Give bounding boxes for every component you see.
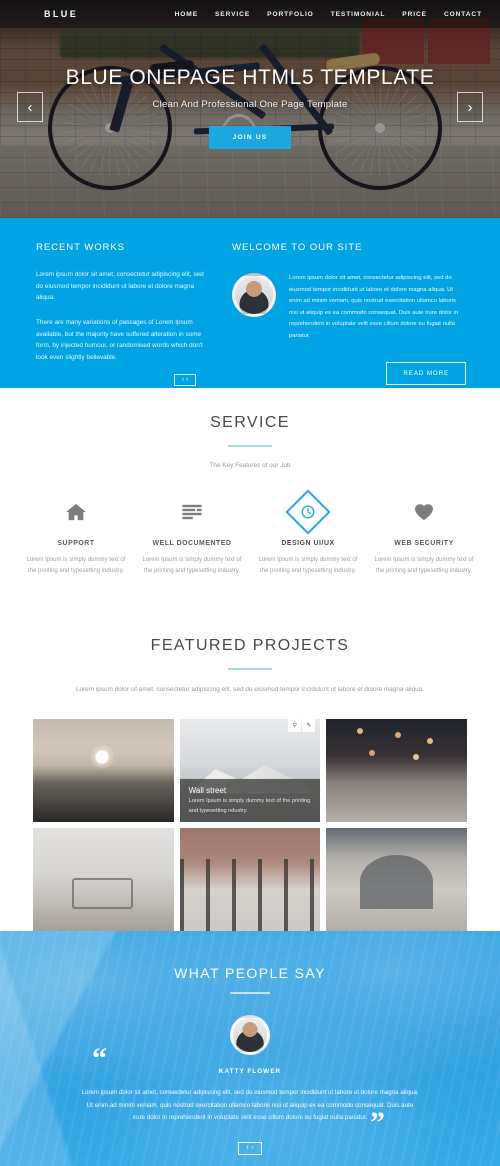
testimonial-quote: Lorem ipsum dolor sit amet, consectetur …	[81, 1089, 419, 1121]
recent-works-next-icon[interactable]: ›	[186, 377, 188, 383]
avatar	[232, 273, 276, 317]
recent-works-paragraph-1: Lorem ipsum dolor sit amet, consectetur …	[36, 271, 204, 302]
nav-item-contact[interactable]: CONTACT	[444, 11, 482, 18]
testimonial-title: WHAT PEOPLE SAY	[174, 965, 326, 982]
service-item-support[interactable]: SUPPORT Lorem Ipsum is simply dummy text…	[18, 495, 134, 577]
nav-item-home[interactable]: HOME	[175, 11, 198, 18]
slider-next-arrow-icon[interactable]: ›	[457, 92, 483, 122]
portfolio-grid: ⚲ ✎ Wall street Lorem Ipsum is simply du…	[0, 719, 500, 932]
service-items: SUPPORT Lorem Ipsum is simply dummy text…	[0, 489, 500, 577]
portfolio-subtitle: Lorem ipsum dolor sit amet, consectetur …	[75, 686, 425, 694]
service-item-well-documented[interactable]: WELL DOCUMENTED Lorem Ipsum is simply du…	[134, 495, 250, 577]
heart-icon	[372, 495, 476, 529]
clock-icon	[301, 505, 315, 519]
portfolio-tile[interactable]	[326, 828, 467, 932]
portfolio-tile-actions: ⚲ ✎	[288, 719, 316, 733]
hero-title: BLUE ONEPAGE HTML5 TEMPLATE	[65, 66, 435, 89]
nav-item-service[interactable]: SERVICE	[215, 11, 250, 18]
portfolio-image	[33, 719, 174, 823]
service-name: WEB SECURITY	[394, 540, 454, 547]
portfolio-tile[interactable]	[33, 719, 174, 823]
section-divider	[228, 445, 272, 447]
portfolio-image	[33, 828, 174, 932]
recent-works-column: RECENT WORKS Lorem ipsum dolor sit amet,…	[36, 242, 204, 386]
portfolio-image	[179, 828, 321, 932]
recent-works-nav-wrap: ‹ ›	[36, 373, 204, 386]
service-subtitle: The Key Features of our Job	[209, 462, 291, 469]
testimonial-prev-icon[interactable]: ‹	[247, 1145, 249, 1151]
portfolio-section: FEATURED PROJECTS Lorem ipsum dolor sit …	[0, 611, 500, 932]
welcome-row: Lorem ipsum dolor sit amet, consectetur …	[232, 273, 466, 342]
service-item-web-security[interactable]: WEB SECURITY Lorem Ipsum is simply dummy…	[366, 495, 482, 577]
testimonial-next-icon[interactable]: ›	[252, 1145, 254, 1151]
recent-works-prev-icon[interactable]: ‹	[182, 377, 184, 383]
zoom-icon[interactable]: ⚲	[288, 719, 302, 733]
intro-columns: RECENT WORKS Lorem ipsum dolor sit amet,…	[36, 242, 466, 386]
portfolio-caption-text: Lorem Ipsum is simply dummy text of the …	[188, 798, 311, 814]
portfolio-tile[interactable]	[326, 719, 467, 823]
hero-content: BLUE ONEPAGE HTML5 TEMPLATE Clean And Pr…	[0, 66, 500, 149]
recent-works-nav[interactable]: ‹ ›	[174, 373, 196, 386]
testimonial-nav[interactable]: ‹ ›	[238, 1141, 262, 1155]
hero-slider: BLUE HOME SERVICE PORTFOLIO TESTIMONIAL …	[0, 0, 500, 218]
service-icon-frame	[256, 489, 360, 535]
testimonial-author: KATTY FLOWER	[218, 1068, 282, 1076]
portfolio-tile[interactable]	[179, 828, 321, 932]
hero-subtitle: Clean And Professional One Page Template	[152, 99, 348, 110]
home-icon	[24, 495, 128, 529]
read-more-button[interactable]: READ MORE	[386, 362, 466, 386]
service-name: DESIGN UI/UX	[281, 540, 335, 547]
recent-works-heading: RECENT WORKS	[36, 242, 125, 253]
portfolio-image	[326, 719, 467, 823]
welcome-column: WELCOME TO OUR SITE Lorem ipsum dolor si…	[232, 242, 466, 386]
service-text: Lorem Ipsum is simply dummy text of the …	[26, 557, 126, 575]
section-divider	[228, 668, 272, 671]
nav-menu: HOME SERVICE PORTFOLIO TESTIMONIAL PRICE…	[175, 11, 482, 18]
service-text: Lorem Ipsum is simply dummy text of the …	[142, 557, 242, 575]
service-item-design-uiux[interactable]: DESIGN UI/UX Lorem Ipsum is simply dummy…	[250, 489, 366, 577]
portfolio-tile-caption: Wall street Lorem Ipsum is simply dummy …	[179, 779, 321, 823]
site-logo[interactable]: BLUE	[44, 9, 78, 19]
intro-blue-section: RECENT WORKS Lorem ipsum dolor sit amet,…	[0, 218, 500, 388]
welcome-paragraph: Lorem ipsum dolor sit amet, consectetur …	[289, 275, 458, 339]
diamond-frame	[285, 489, 331, 535]
list-lines-icon	[140, 495, 244, 529]
section-divider	[230, 992, 270, 995]
testimonial-content: WHAT PEOPLE SAY KATTY FLOWER Lorem ipsum…	[0, 931, 500, 1155]
nav-item-testimonial[interactable]: TESTIMONIAL	[331, 11, 386, 18]
service-text: Lorem Ipsum is simply dummy text of the …	[374, 557, 474, 575]
portfolio-tile[interactable]	[33, 828, 174, 932]
landing-page: BLUE HOME SERVICE PORTFOLIO TESTIMONIAL …	[0, 0, 500, 1166]
slider-prev-arrow-icon[interactable]: ‹	[17, 92, 43, 122]
portfolio-image	[326, 828, 467, 932]
service-text: Lorem Ipsum is simply dummy text of the …	[258, 557, 358, 575]
recent-works-paragraph-2: There are many variations of passages of…	[36, 318, 203, 361]
testimonial-section: WHAT PEOPLE SAY KATTY FLOWER Lorem ipsum…	[0, 931, 500, 1166]
quote-close-icon: ”	[370, 1106, 385, 1139]
join-us-button[interactable]: JOIN US	[208, 126, 292, 149]
portfolio-tile-wall-street[interactable]: ⚲ ✎ Wall street Lorem Ipsum is simply du…	[179, 719, 321, 823]
nav-item-price[interactable]: PRICE	[402, 11, 427, 18]
welcome-heading: WELCOME TO OUR SITE	[232, 242, 363, 253]
nav-item-portfolio[interactable]: PORTFOLIO	[267, 11, 314, 18]
service-name: SUPPORT	[57, 540, 95, 547]
service-name: WELL DOCUMENTED	[152, 540, 232, 547]
top-navigation-bar: BLUE HOME SERVICE PORTFOLIO TESTIMONIAL …	[0, 0, 500, 28]
portfolio-title: FEATURED PROJECTS	[150, 637, 350, 655]
quote-open-icon: “	[92, 1042, 107, 1075]
service-section: SERVICE The Key Features of our Job SUPP…	[0, 388, 500, 578]
link-icon[interactable]: ✎	[302, 719, 316, 733]
testimonial-avatar	[230, 1015, 270, 1056]
portfolio-caption-title: Wall street	[188, 786, 227, 796]
service-title: SERVICE	[210, 414, 290, 431]
